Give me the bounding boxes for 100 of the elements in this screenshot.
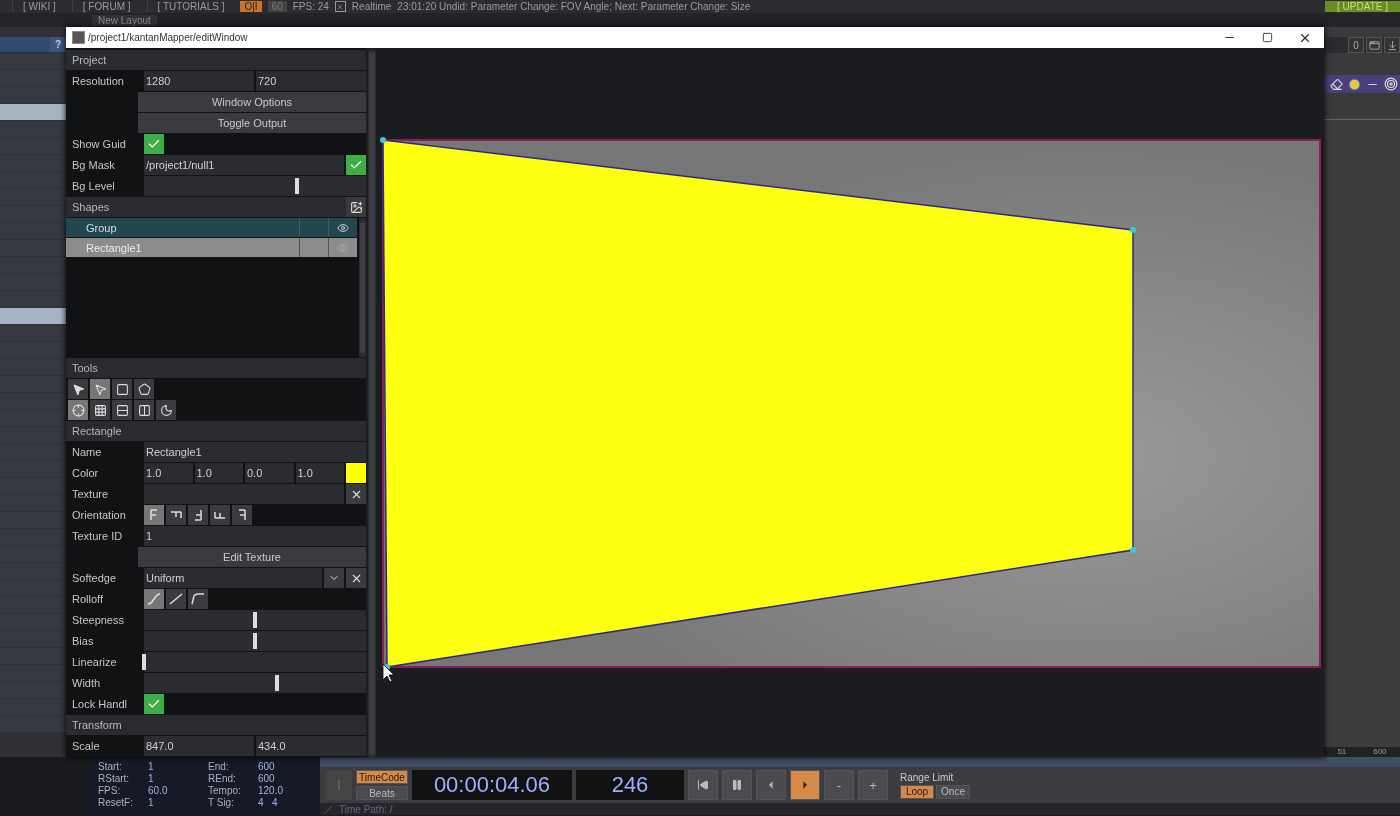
slider-thumb[interactable] [275,675,280,691]
text-field[interactable] [144,484,344,504]
corner-handle[interactable] [380,137,386,143]
orientation-button[interactable] [232,505,252,525]
slider[interactable] [144,673,366,693]
number-field[interactable]: 847.0 [144,736,254,756]
slider[interactable] [144,652,366,672]
menu-link[interactable]: [ FORUM ] [71,1,141,12]
layout-tab[interactable]: New Layout [92,14,157,26]
orientation-button[interactable] [210,505,230,525]
checkbox[interactable] [334,1,346,12]
number-field[interactable]: 1.0 [194,463,243,483]
circle-icon[interactable] [1348,77,1361,91]
orientation-button[interactable] [166,505,186,525]
rolloff-button[interactable] [188,589,208,609]
shape-name: Group [85,220,118,236]
transport-button[interactable] [688,770,718,800]
color-swatch[interactable] [346,463,366,483]
grip-handle[interactable] [326,770,352,800]
field-label: Bias [71,634,95,649]
rolloff-button[interactable] [166,589,186,609]
menu-link[interactable]: [ TUTORIALS ] [146,1,235,12]
quad-shape[interactable] [382,139,1134,668]
number-field[interactable]: 434.0 [256,736,366,756]
field-label: Show Guid [71,137,127,152]
corner-handle[interactable] [1130,547,1136,553]
checkbox[interactable] [144,694,164,714]
number-field[interactable]: 1.0 [295,463,344,483]
tool-button[interactable] [90,400,110,420]
menu-link[interactable]: [ WIKI ] [12,1,66,12]
info-label: RStart: [98,773,131,785]
slider-thumb[interactable] [253,612,257,628]
info-label: End: [208,761,230,773]
window-button[interactable] [1366,37,1382,53]
text-field[interactable]: Rectangle1 [144,442,366,462]
number-field[interactable]: 720 [256,71,366,91]
panel-button[interactable]: Edit Texture [138,547,366,567]
tool-button[interactable] [112,400,132,420]
tool-button[interactable] [134,400,154,420]
corner-handle[interactable] [1130,227,1136,233]
checkbox[interactable] [346,155,366,175]
transport-button[interactable]: + [858,770,888,800]
slider-thumb[interactable] [253,633,257,649]
target-icon[interactable] [1384,77,1398,91]
mode-button[interactable]: Beats [356,786,408,800]
info-label: T Sig: [208,797,235,809]
dropdown[interactable]: Uniform [144,568,322,588]
check-icon [349,158,363,172]
slider-thumb[interactable] [142,654,146,670]
shape-row[interactable]: Group [66,218,357,237]
text-field[interactable]: /project1/null1 [144,155,344,175]
field-label: Bg Mask [71,158,116,173]
number-field[interactable]: 0.0 [245,463,294,483]
orientation-icon [149,509,159,521]
curve-icon [190,591,206,607]
list-row [0,104,66,120]
tool-button[interactable] [112,379,132,399]
field-label: Texture ID [71,529,124,544]
eye-icon[interactable] [337,221,349,234]
tool-button[interactable] [134,379,154,399]
checkbox[interactable] [144,134,164,154]
section-title: Transform [72,719,122,731]
mode-button[interactable]: TimeCode [356,770,408,784]
clear-button[interactable] [346,484,366,504]
crosshair-icon [71,403,85,417]
rolloff-button[interactable] [144,589,164,609]
clear-button[interactable] [346,568,366,588]
section-title: Shapes [72,201,110,213]
download-icon [1386,39,1398,51]
number-field[interactable]: 1280 [144,71,254,91]
slider[interactable] [144,176,366,196]
eraser-icon[interactable] [1330,77,1343,91]
add-shape-button[interactable] [346,197,366,217]
panel-button[interactable]: Toggle Output [138,113,366,133]
tool-button[interactable] [156,400,176,420]
number-field[interactable]: 1 [144,526,366,546]
image-plus-icon [349,200,363,214]
help-button[interactable]: ? [50,37,66,52]
number-field[interactable]: 1.0 [144,463,193,483]
transport-button[interactable] [722,770,752,800]
toggle-button[interactable]: O|I [240,1,262,12]
slider-thumb[interactable] [295,178,300,194]
slider[interactable] [144,610,366,630]
info-label: Start: [98,761,123,773]
range-button[interactable]: Loop [900,784,934,799]
slider[interactable] [144,631,366,651]
tool-button[interactable] [68,379,88,399]
range-button[interactable]: Once [936,784,970,799]
orientation-button[interactable] [188,505,208,525]
range-label: Range Limit [900,771,955,783]
columns-icon [137,403,151,417]
field-label: Width [71,676,102,691]
panel-button[interactable]: Window Options [138,92,366,112]
download-button[interactable] [1384,37,1400,53]
transport-button[interactable] [790,770,820,800]
slash-icon [324,804,333,814]
counter-button[interactable]: 0 [1348,37,1364,53]
orientation-button[interactable] [144,505,164,525]
field-label: Name [71,445,103,460]
transport-button[interactable]: - [824,770,854,800]
